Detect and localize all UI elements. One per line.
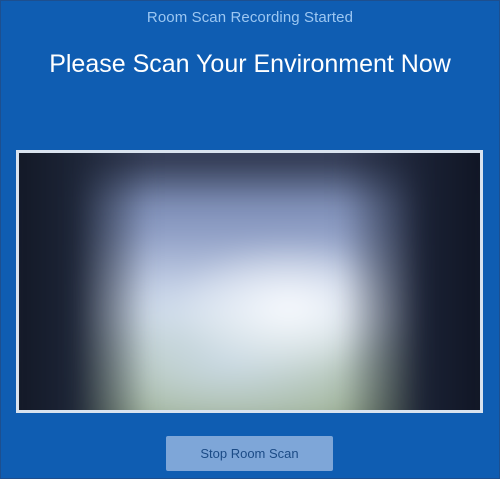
- stop-room-scan-button[interactable]: Stop Room Scan: [166, 436, 333, 471]
- page-title: Please Scan Your Environment Now: [49, 50, 451, 78]
- camera-feed-left-edge: [19, 153, 149, 410]
- recording-status-text: Room Scan Recording Started: [146, 9, 354, 26]
- camera-feed-right-edge: [340, 153, 480, 410]
- room-scan-panel: Room Scan Recording Started Please Scan …: [0, 0, 500, 479]
- camera-preview: [16, 150, 483, 413]
